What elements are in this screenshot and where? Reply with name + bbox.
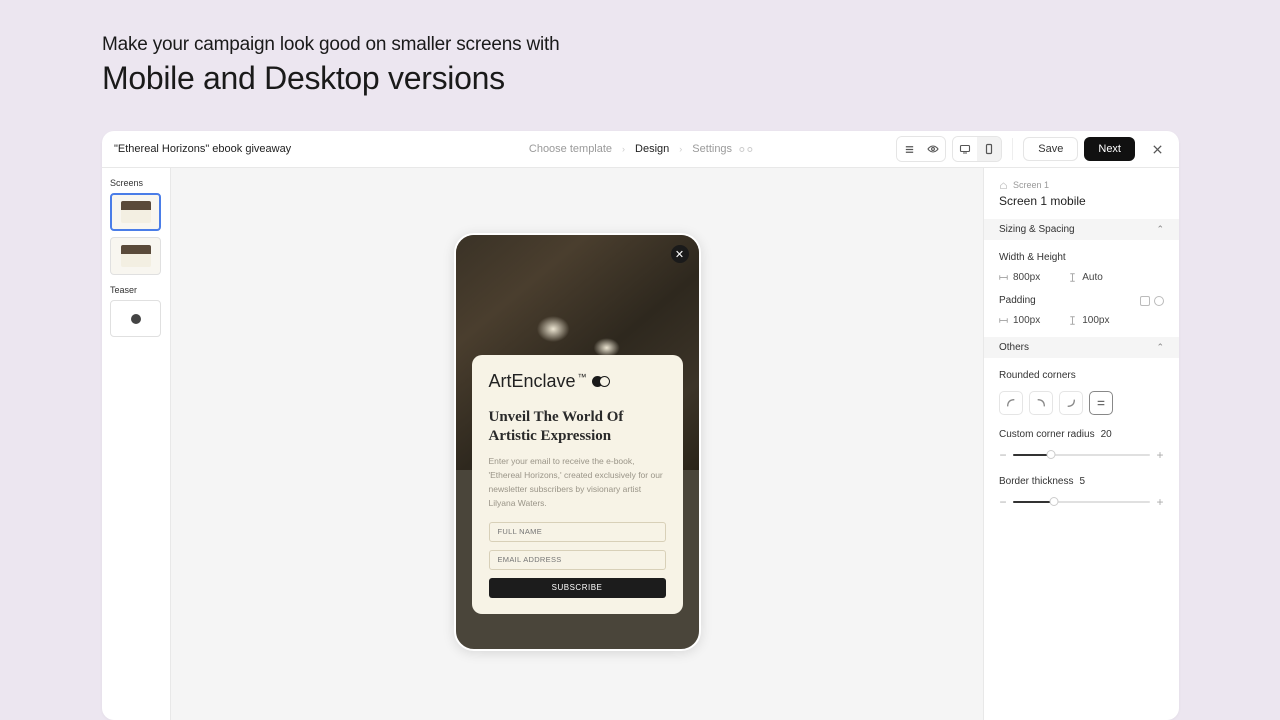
crumb-choose-template[interactable]: Choose template bbox=[529, 143, 612, 155]
sidebar-teaser-label: Teaser bbox=[110, 285, 162, 295]
padding-mode-uniform-icon[interactable] bbox=[1140, 296, 1150, 306]
campaign-name: "Ethereal Horizons" ebook giveaway bbox=[112, 143, 291, 155]
padding-horizontal-field[interactable]: 100px bbox=[999, 315, 1040, 326]
mockup-card: ArtEnclave™ Unveil The World Of Artistic… bbox=[472, 355, 683, 614]
view-options-group bbox=[896, 136, 946, 162]
brand-logo: ArtEnclave™ bbox=[489, 371, 666, 392]
properties-panel: Screen 1 Screen 1 mobile Sizing & Spacin… bbox=[983, 168, 1179, 720]
screen-thumb-1[interactable] bbox=[110, 193, 161, 231]
chevron-up-icon: ⌃ bbox=[1156, 224, 1164, 235]
custom-radius-value: 20 bbox=[1101, 429, 1112, 440]
sidebar-screens-label: Screens bbox=[110, 178, 162, 188]
height-icon bbox=[1068, 273, 1077, 282]
crumb-settings[interactable]: Settings bbox=[692, 143, 752, 155]
chevron-right-icon: › bbox=[679, 144, 682, 154]
plus-icon[interactable]: + bbox=[1156, 448, 1164, 462]
mockup-email-input[interactable] bbox=[489, 550, 666, 570]
width-icon bbox=[999, 273, 1008, 282]
screen-thumb-2[interactable] bbox=[110, 237, 161, 275]
chevron-right-icon: › bbox=[622, 144, 625, 154]
brand-logo-icon bbox=[592, 376, 610, 387]
page-title: Mobile and Desktop versions bbox=[102, 60, 1280, 97]
teaser-thumb[interactable] bbox=[110, 300, 161, 337]
mockup-subscribe-button[interactable]: SUBSCRIBE bbox=[489, 578, 666, 598]
padding-mode-separate-icon[interactable] bbox=[1154, 296, 1164, 306]
app-window: "Ethereal Horizons" ebook giveaway Choos… bbox=[102, 131, 1179, 720]
eye-icon[interactable] bbox=[921, 137, 945, 161]
minus-icon[interactable]: − bbox=[999, 495, 1007, 509]
props-title: Screen 1 mobile bbox=[999, 194, 1164, 208]
width-field[interactable]: 800px bbox=[999, 272, 1040, 283]
rounded-corners-label: Rounded corners bbox=[999, 370, 1164, 381]
mockup-name-input[interactable] bbox=[489, 522, 666, 542]
sidebar: Screens Teaser bbox=[102, 168, 171, 720]
page-subtitle: Make your campaign look good on smaller … bbox=[102, 34, 1280, 56]
mobile-mockup[interactable]: ✕ ArtEnclave™ Unveil The World Of Artist… bbox=[454, 233, 701, 651]
width-height-label: Width & Height bbox=[999, 252, 1164, 263]
device-toggle-group bbox=[952, 136, 1002, 162]
list-icon[interactable] bbox=[897, 137, 921, 161]
plus-icon[interactable]: + bbox=[1156, 495, 1164, 509]
mockup-close-icon[interactable]: ✕ bbox=[671, 245, 689, 263]
close-icon[interactable] bbox=[1145, 137, 1169, 161]
custom-radius-slider[interactable]: − + bbox=[999, 448, 1164, 462]
props-breadcrumb[interactable]: Screen 1 bbox=[999, 180, 1164, 190]
canvas: ✕ ArtEnclave™ Unveil The World Of Artist… bbox=[171, 168, 983, 720]
custom-radius-label: Custom corner radius bbox=[999, 429, 1095, 440]
crumb-design[interactable]: Design bbox=[635, 143, 669, 155]
corner-all-icon[interactable] bbox=[1089, 391, 1113, 415]
padding-label: Padding bbox=[999, 295, 1036, 306]
chevron-up-icon: ⌃ bbox=[1156, 342, 1164, 353]
next-button[interactable]: Next bbox=[1084, 137, 1135, 161]
minus-icon[interactable]: − bbox=[999, 448, 1007, 462]
breadcrumb: Choose template › Design › Settings bbox=[529, 143, 752, 155]
height-icon bbox=[1068, 316, 1077, 325]
corner-bottom-right-icon[interactable] bbox=[1059, 391, 1083, 415]
mockup-title: Unveil The World Of Artistic Expression bbox=[489, 408, 666, 446]
save-button[interactable]: Save bbox=[1023, 137, 1078, 161]
desktop-icon[interactable] bbox=[953, 137, 977, 161]
padding-vertical-field[interactable]: 100px bbox=[1068, 315, 1109, 326]
border-thickness-value: 5 bbox=[1079, 476, 1085, 487]
border-thickness-label: Border thickness bbox=[999, 476, 1073, 487]
corner-top-left-icon[interactable] bbox=[999, 391, 1023, 415]
height-field[interactable]: Auto bbox=[1068, 272, 1103, 283]
mockup-description: Enter your email to receive the e-book, … bbox=[489, 454, 666, 510]
section-sizing-spacing[interactable]: Sizing & Spacing ⌃ bbox=[984, 219, 1179, 240]
corner-top-right-icon[interactable] bbox=[1029, 391, 1053, 415]
home-icon bbox=[999, 181, 1008, 190]
divider bbox=[1012, 138, 1013, 160]
width-icon bbox=[999, 316, 1008, 325]
corner-preset-group bbox=[999, 391, 1164, 415]
section-others[interactable]: Others ⌃ bbox=[984, 337, 1179, 358]
mobile-icon[interactable] bbox=[977, 137, 1001, 161]
border-thickness-slider[interactable]: − + bbox=[999, 495, 1164, 509]
toolbar: "Ethereal Horizons" ebook giveaway Choos… bbox=[102, 131, 1179, 168]
